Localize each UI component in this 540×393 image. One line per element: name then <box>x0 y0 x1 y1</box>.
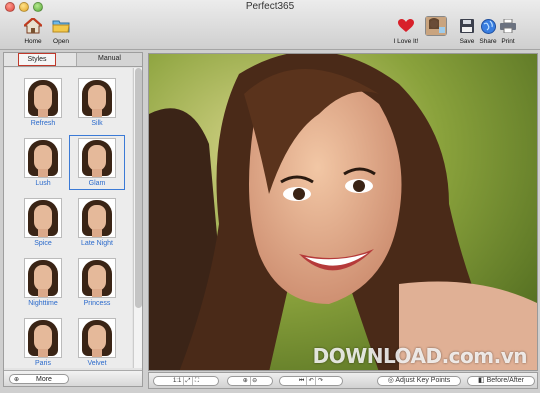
style-label: Silk <box>91 120 103 127</box>
compare-icon: ◧ <box>478 377 487 384</box>
style-princess[interactable]: Princess <box>72 258 122 307</box>
zoom-controls: ⊕ ⊖ <box>227 376 273 386</box>
style-velvet[interactable]: Velvet <box>72 318 122 367</box>
zoom-out-icon[interactable]: ⊖ <box>252 378 257 384</box>
title-bar: Perfect365 <box>0 0 540 14</box>
style-nighttime[interactable]: Nighttime <box>18 258 68 307</box>
panel-footer: ⊕ More <box>4 370 142 386</box>
styles-panel: Styles Manual Refresh Silk Lush Glam Spi… <box>3 52 143 387</box>
print-button[interactable]: Print <box>493 16 523 45</box>
tab-manual[interactable]: Manual <box>76 53 142 66</box>
home-button[interactable]: Home <box>18 16 48 45</box>
style-thumbnail <box>78 318 116 358</box>
photo-share-icon <box>425 16 447 36</box>
redo-icon[interactable]: ↷ <box>318 378 323 384</box>
style-lush[interactable]: Lush <box>18 138 68 187</box>
panel-tabs: Styles Manual <box>4 53 142 67</box>
print-label: Print <box>501 38 515 45</box>
style-thumbnail <box>24 198 62 238</box>
style-thumbnail <box>78 258 116 298</box>
style-thumbnail <box>78 78 116 118</box>
style-late-night[interactable]: Late Night <box>72 198 122 247</box>
style-label: Velvet <box>87 360 107 367</box>
more-button[interactable]: ⊕ More <box>9 374 69 384</box>
style-thumbnail <box>24 78 62 118</box>
actual-size-button[interactable]: 1:1 <box>173 378 181 384</box>
view-controls: 1:1 ⤢ ⛶ <box>153 376 219 386</box>
scrollbar-thumb[interactable] <box>135 68 142 308</box>
history-controls: ⏮ ↶ ↷ <box>279 376 343 386</box>
style-label: Refresh <box>30 120 56 127</box>
reset-icon[interactable]: ⏮ <box>299 378 304 384</box>
fullscreen-icon[interactable]: ⛶ <box>195 378 199 384</box>
heart-icon <box>396 16 416 36</box>
style-thumbnail <box>78 138 116 178</box>
toolbar: Perfect365 Home Open I Love It! Save Sha <box>0 0 540 50</box>
styles-scrollbar[interactable] <box>133 68 142 368</box>
style-thumbnail <box>78 198 116 238</box>
fit-icon[interactable]: ⤢ <box>186 378 191 384</box>
adjust-key-points-label: Adjust Key Points <box>395 377 451 384</box>
adjust-key-points-button[interactable]: ◎ Adjust Key Points <box>377 376 461 386</box>
photo-canvas[interactable]: DOWNLOAD.com.vn <box>148 53 538 371</box>
folder-icon <box>51 16 71 36</box>
portrait-photo <box>149 54 537 370</box>
bottom-toolbar: 1:1 ⤢ ⛶ ⊕ ⊖ ⏮ ↶ ↷ ◎ Adjust Key Points ◧ … <box>148 372 538 389</box>
home-label: Home <box>24 38 42 45</box>
love-it-button[interactable]: I Love It! <box>391 16 421 45</box>
plus-circle-icon: ⊕ <box>14 377 20 383</box>
style-thumbnail <box>24 258 62 298</box>
style-label: Glam <box>88 180 106 187</box>
zoom-in-icon[interactable]: ⊕ <box>243 378 248 384</box>
style-thumbnail <box>24 138 62 178</box>
before-after-label: Before/After <box>486 377 524 384</box>
style-thumbnail <box>24 318 62 358</box>
style-label: Late Night <box>81 240 113 247</box>
house-icon <box>23 16 43 36</box>
love-it-label: I Love It! <box>393 38 419 45</box>
undo-icon[interactable]: ↶ <box>309 378 314 384</box>
styles-grid: Refresh Silk Lush Glam Spice Late Night … <box>4 68 132 368</box>
style-label: Princess <box>83 300 111 307</box>
style-label: Nighttime <box>28 300 58 307</box>
printer-icon <box>498 16 518 36</box>
more-label: More <box>36 376 52 383</box>
watermark: DOWNLOAD.com.vn <box>312 344 528 368</box>
style-glam[interactable]: Glam <box>69 135 125 190</box>
open-label: Open <box>53 38 69 45</box>
style-silk[interactable]: Silk <box>72 78 122 127</box>
style-label: Spice <box>34 240 52 247</box>
style-paris[interactable]: Paris <box>18 318 68 367</box>
share-photo-button[interactable] <box>421 16 451 36</box>
window-title: Perfect365 <box>245 1 295 12</box>
style-spice[interactable]: Spice <box>18 198 68 247</box>
tab-styles[interactable]: Styles <box>18 53 56 66</box>
before-after-button[interactable]: ◧ Before/After <box>467 376 535 386</box>
open-button[interactable]: Open <box>46 16 76 45</box>
style-refresh[interactable]: Refresh <box>18 78 68 127</box>
style-label: Paris <box>35 360 51 367</box>
style-label: Lush <box>35 180 51 187</box>
